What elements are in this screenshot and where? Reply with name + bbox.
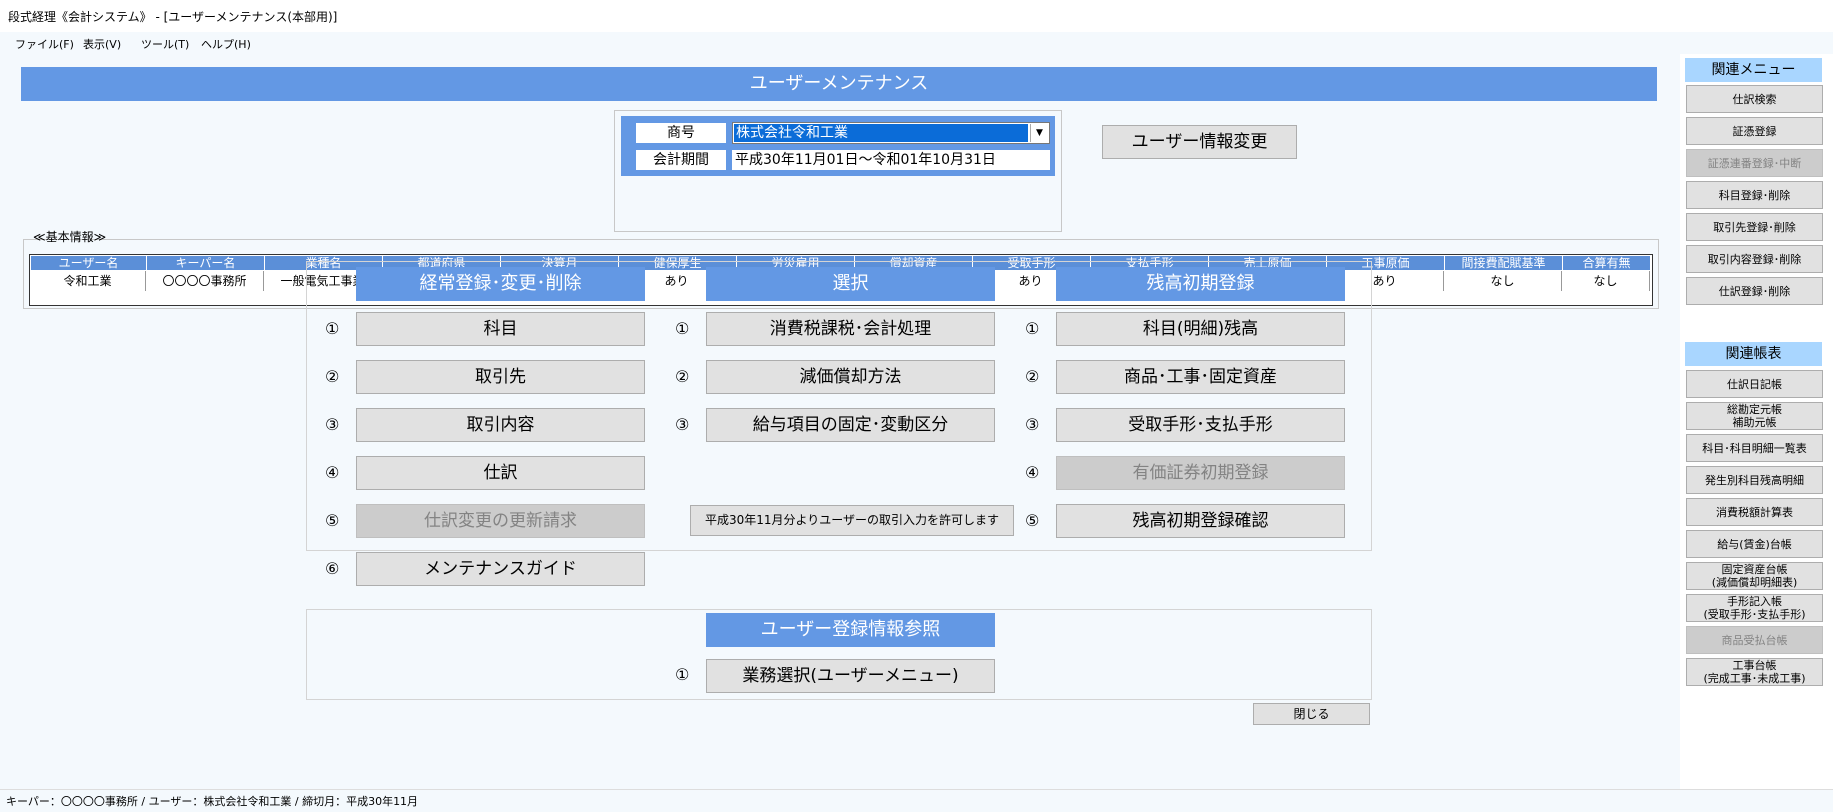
sidebar-journal-search[interactable]: 仕訳検索	[1686, 85, 1823, 113]
status-bar: キーパー：〇〇〇〇事務所 / ユーザー：株式会社令和工業 / 締切月：平成30年…	[0, 789, 1833, 812]
regular-num-4: ④	[325, 463, 340, 482]
regular-num-6: ⑥	[325, 559, 340, 578]
select-num-3: ③	[675, 415, 690, 434]
select-tax-button[interactable]: 消費税課税･会計処理	[706, 312, 995, 346]
regular-transaction-content-button[interactable]: 取引内容	[356, 408, 645, 442]
status-text: キーパー：〇〇〇〇事務所 / ユーザー：株式会社令和工業 / 締切月：平成30年…	[6, 795, 419, 808]
regular-journal-update-request-button: 仕訳変更の更新請求	[356, 504, 645, 538]
basic-info-header-cell: ユーザー名	[31, 256, 147, 270]
window-title: 段式経理《会計システム》 - [ユーザーメンテナンス(本部用)]	[8, 10, 338, 24]
sidebar-fixed-asset-ledger[interactable]: 固定資産台帳 (減価償却明細表)	[1686, 562, 1823, 590]
sidebar-salary-ledger[interactable]: 給与(賃金)台帳	[1686, 530, 1823, 558]
related-books-title: 関連帳表	[1685, 342, 1822, 366]
period-value: 平成30年11月01日～令和01年10月31日	[732, 150, 1050, 170]
period-label: 会計期間	[636, 150, 726, 170]
balance-securities-button: 有価証券初期登録	[1056, 456, 1345, 490]
basic-info-header-cell: 合算有無	[1563, 256, 1651, 270]
shogo-selected-value[interactable]: 株式会社令和工業	[734, 124, 1028, 142]
menu-file[interactable]: ファイル(F)	[15, 36, 74, 52]
shogo-combobox[interactable]: 株式会社令和工業 ▼	[732, 122, 1050, 144]
basic-info-value-cell: なし	[1562, 271, 1650, 291]
balance-goods-construction-assets-button[interactable]: 商品･工事･固定資産	[1056, 360, 1345, 394]
select-depreciation-button[interactable]: 減価償却方法	[706, 360, 995, 394]
sidebar-account-balance-detail[interactable]: 発生別科目残高明細	[1686, 466, 1823, 494]
regular-maintenance-guide-button[interactable]: メンテナンスガイド	[356, 552, 645, 586]
balance-num-5: ⑤	[1025, 511, 1040, 530]
basic-info-value-cell: なし	[1444, 271, 1562, 291]
regular-column-title: 経常登録･変更･削除	[356, 267, 645, 301]
sidebar-consumption-tax-calc[interactable]: 消費税額計算表	[1686, 498, 1823, 526]
regular-num-5: ⑤	[325, 511, 340, 530]
regular-journal-button[interactable]: 仕訳	[356, 456, 645, 490]
regular-num-3: ③	[325, 415, 340, 434]
user-info-change-button[interactable]: ユーザー情報変更	[1102, 125, 1297, 159]
company-info-inner: 商号 株式会社令和工業 ▼ 会計期間 平成30年11月01日～令和01年10月3…	[621, 116, 1055, 176]
regular-num-2: ②	[325, 367, 340, 386]
related-menu-title: 関連メニュー	[1685, 58, 1822, 82]
sidebar-construction-ledger[interactable]: 工事台帳 (完成工事･未成工事)	[1686, 658, 1823, 686]
basic-info-value-cell: 〇〇〇〇事務所	[146, 271, 264, 291]
balance-num-1: ①	[1025, 319, 1040, 338]
basic-info-label: ≪基本情報≫	[33, 230, 107, 244]
sidebar-journal-diary[interactable]: 仕訳日記帳	[1686, 370, 1823, 398]
balance-notes-button[interactable]: 受取手形･支払手形	[1056, 408, 1345, 442]
balance-num-4: ④	[1025, 463, 1040, 482]
menu-bar: ファイル(F) 表示(V) ツール(T) ヘルプ(H)	[0, 32, 1833, 54]
sidebar-account-list[interactable]: 科目･科目明細一覧表	[1686, 434, 1823, 462]
sidebar-goods-ledger: 商品受払台帳	[1686, 626, 1823, 654]
basic-info-header-cell: 間接費配賦基準	[1445, 256, 1563, 270]
sidebar-transaction-content-register-delete[interactable]: 取引内容登録･削除	[1686, 245, 1823, 273]
sidebar-voucher-serial-register: 証憑連番登録･中断	[1686, 149, 1823, 177]
balance-confirm-button[interactable]: 残高初期登録確認	[1056, 504, 1345, 538]
sidebar-account-register-delete[interactable]: 科目登録･削除	[1686, 181, 1823, 209]
balance-num-2: ②	[1025, 367, 1040, 386]
reference-title: ユーザー登録情報参照	[706, 613, 995, 647]
menu-help[interactable]: ヘルプ(H)	[201, 36, 251, 52]
balance-account-detail-button[interactable]: 科目(明細)残高	[1056, 312, 1345, 346]
close-button[interactable]: 閉じる	[1253, 703, 1370, 725]
permit-input-button[interactable]: 平成30年11月分よりユーザーの取引入力を許可します	[690, 505, 1014, 536]
sidebar-general-ledger[interactable]: 総勘定元帳 補助元帳	[1686, 402, 1823, 430]
balance-num-3: ③	[1025, 415, 1040, 434]
select-num-2: ②	[675, 367, 690, 386]
page-title: ユーザーメンテナンス	[21, 67, 1657, 101]
sidebar-notes-book[interactable]: 手形記入帳 (受取手形･支払手形)	[1686, 594, 1823, 622]
regular-account-button[interactable]: 科目	[356, 312, 645, 346]
sidebar-voucher-register[interactable]: 証憑登録	[1686, 117, 1823, 145]
company-info-box: 商号 株式会社令和工業 ▼ 会計期間 平成30年11月01日～令和01年10月3…	[614, 110, 1062, 232]
basic-info-value-cell: 令和工業	[30, 271, 146, 291]
sidebar-customer-register-delete[interactable]: 取引先登録･削除	[1686, 213, 1823, 241]
business-select-button[interactable]: 業務選択(ユーザーメニュー)	[706, 659, 995, 693]
regular-customer-button[interactable]: 取引先	[356, 360, 645, 394]
regular-num-1: ①	[325, 319, 340, 338]
basic-info-header-cell: キーパー名	[147, 256, 265, 270]
select-column-title: 選択	[706, 267, 995, 301]
main-area: ユーザーメンテナンス 商号 株式会社令和工業 ▼ 会計期間 平成30年11月01…	[0, 54, 1680, 789]
select-salary-item-button[interactable]: 給与項目の固定･変動区分	[706, 408, 995, 442]
title-bar: 段式経理《会計システム》 - [ユーザーメンテナンス(本部用)]	[0, 0, 1833, 32]
right-sidebar: 関連メニュー 仕訳検索 証憑登録 証憑連番登録･中断 科目登録･削除 取引先登録…	[1680, 54, 1833, 789]
select-num-1: ①	[675, 319, 690, 338]
chevron-down-icon[interactable]: ▼	[1030, 124, 1048, 142]
sidebar-journal-register-delete[interactable]: 仕訳登録･削除	[1686, 277, 1823, 305]
shogo-label: 商号	[636, 123, 726, 143]
menu-view[interactable]: 表示(V)	[83, 36, 121, 52]
reference-num-1: ①	[675, 665, 690, 684]
balance-column-title: 残高初期登録	[1056, 267, 1345, 301]
menu-tools[interactable]: ツール(T)	[141, 36, 189, 52]
